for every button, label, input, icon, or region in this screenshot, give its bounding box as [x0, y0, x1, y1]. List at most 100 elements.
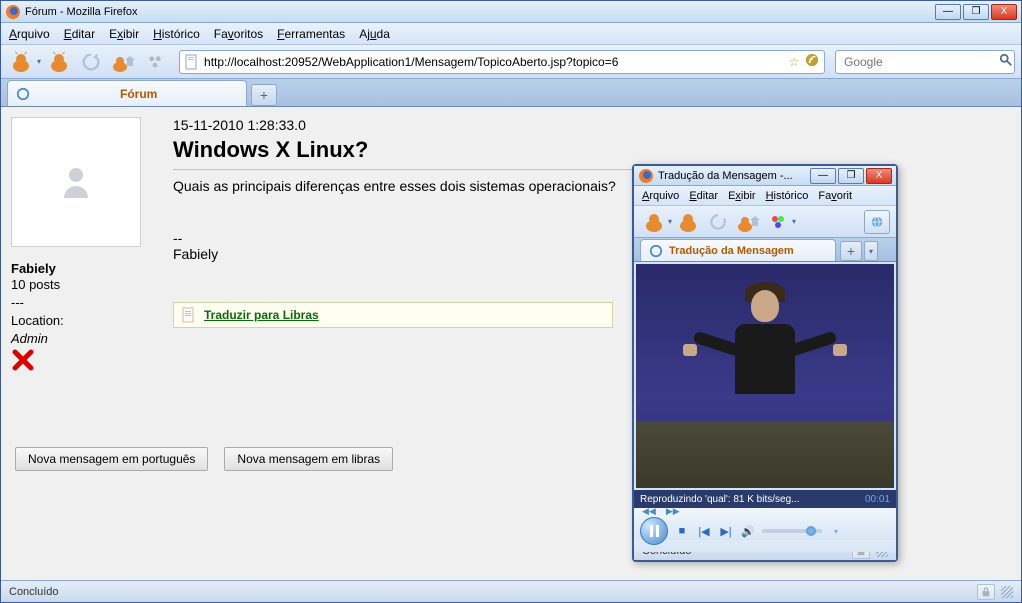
avatar: [11, 117, 141, 247]
popup-title: Tradução da Mensagem -...: [658, 170, 810, 182]
popup-back-dropdown-icon[interactable]: ▾: [668, 217, 672, 226]
bookmark-star-icon[interactable]: ☆: [786, 55, 802, 69]
firefox-icon: [638, 168, 654, 184]
delete-button[interactable]: [11, 348, 161, 379]
user-panel: Fabiely 10 posts --- Location: Admin: [11, 117, 161, 379]
popup-colors-icon[interactable]: [764, 208, 792, 236]
playback-status: Reproduzindo 'qual': 81 K bits/seg...: [640, 494, 799, 505]
post-text: Quais as principais diferenças entre ess…: [173, 178, 643, 194]
menu-favoritos[interactable]: Favoritos: [214, 27, 263, 41]
popup-tab[interactable]: Tradução da Mensagem: [640, 239, 836, 261]
popup-home-button[interactable]: [734, 208, 762, 236]
post-body: 15-11-2010 1:28:33.0 Windows X Linux? Qu…: [173, 117, 643, 379]
main-tabstrip: Fórum +: [1, 79, 1021, 107]
popup-tab-label: Tradução da Mensagem: [669, 245, 794, 257]
seek-fwd-icon[interactable]: ▶▶: [666, 506, 680, 517]
next-button[interactable]: ▶|: [718, 523, 734, 539]
address-bar[interactable]: ☆: [179, 50, 825, 74]
popup-colors-dropdown-icon[interactable]: ▾: [792, 217, 796, 226]
menu-editar[interactable]: Editar: [64, 27, 95, 41]
close-button[interactable]: X: [991, 4, 1017, 20]
popup-toolbar: ▾ ▾: [634, 206, 896, 238]
popup-minimize-button[interactable]: —: [810, 168, 836, 184]
minimize-button[interactable]: —: [935, 4, 961, 20]
popup-forward-button[interactable]: [674, 208, 702, 236]
volume-thumb[interactable]: [806, 526, 816, 536]
popup-menu-favoritos[interactable]: Favorit: [818, 190, 852, 202]
user-name: Fabiely: [11, 261, 161, 276]
sign-language-interpreter: [695, 282, 835, 394]
translate-box: Traduzir para Libras: [173, 302, 613, 328]
maximize-button[interactable]: ❐: [963, 4, 989, 20]
search-go-icon[interactable]: [999, 53, 1013, 70]
window-title: Fórum - Mozilla Firefox: [25, 6, 935, 18]
menu-historico[interactable]: Histórico: [153, 27, 200, 41]
feed-icon[interactable]: [804, 53, 820, 70]
url-input[interactable]: [204, 55, 786, 69]
video-player[interactable]: [636, 264, 894, 488]
menu-ferramentas[interactable]: Ferramentas: [277, 27, 345, 41]
post-title: Windows X Linux?: [173, 137, 643, 163]
back-dropdown-icon[interactable]: ▾: [37, 57, 41, 66]
popup-menu-historico[interactable]: Histórico: [766, 190, 809, 202]
user-postcount: 10 posts: [11, 276, 161, 294]
status-text: Concluído: [9, 586, 59, 598]
menu-exibir[interactable]: Exibir: [109, 27, 139, 41]
popup-menu-editar[interactable]: Editar: [689, 190, 718, 202]
playback-time: 00:01: [865, 494, 890, 505]
page-icon: [184, 54, 200, 70]
popup-tab-icon: [649, 244, 663, 258]
back-button[interactable]: [7, 48, 35, 76]
user-location: Location:: [11, 312, 161, 330]
popup-tabstrip: Tradução da Mensagem + ▾: [634, 238, 896, 262]
menu-arquivo[interactable]: AArquivorquivo: [9, 27, 50, 41]
post-sig-dash: --: [173, 230, 643, 246]
toolbar-extra-icon[interactable]: [141, 48, 169, 76]
menu-ajuda[interactable]: Ajuda: [359, 27, 390, 41]
popup-back-button[interactable]: [640, 208, 668, 236]
popup-globe-button[interactable]: [864, 210, 890, 234]
search-input[interactable]: [844, 55, 999, 69]
user-dash: ---: [11, 294, 161, 312]
translate-link[interactable]: Traduzir para Libras: [204, 308, 319, 322]
main-menubar: AArquivorquivo Editar Exibir Histórico F…: [1, 23, 1021, 45]
play-pause-button[interactable]: [640, 517, 668, 545]
user-role: Admin: [11, 331, 161, 346]
post-sig-name: Fabiely: [173, 246, 643, 262]
main-titlebar: Fórum - Mozilla Firefox — ❐ X: [1, 1, 1021, 23]
post-date: 15-11-2010 1:28:33.0: [173, 117, 643, 133]
new-message-pt-button[interactable]: Nova mensagem em português: [15, 447, 208, 471]
document-icon: [182, 307, 196, 323]
popup-tab-dropdown-button[interactable]: ▾: [864, 241, 878, 261]
tab-add-button[interactable]: +: [251, 84, 277, 106]
post-divider: [173, 169, 643, 170]
popup-menu-exibir[interactable]: Exibir: [728, 190, 756, 202]
tab-forum[interactable]: Fórum: [7, 80, 247, 106]
popup-reload-button[interactable]: [704, 208, 732, 236]
volume-icon[interactable]: 🔊: [740, 523, 756, 539]
popup-menubar: Arquivo Editar Exibir Histórico Favorit: [634, 186, 896, 206]
popup-window: Tradução da Mensagem -... — ❐ X Arquivo …: [632, 164, 898, 562]
popup-menu-arquivo[interactable]: Arquivo: [642, 190, 679, 202]
popup-titlebar: Tradução da Mensagem -... — ❐ X: [634, 166, 896, 186]
tab-loading-icon: [16, 87, 30, 101]
main-statusbar: Concluído: [1, 580, 1021, 602]
new-message-libras-button[interactable]: Nova mensagem em libras: [224, 447, 393, 471]
lock-icon: [977, 584, 995, 600]
seek-back-icon[interactable]: ◀◀: [642, 506, 656, 517]
search-bar[interactable]: [835, 50, 1015, 74]
media-dropdown-icon[interactable]: ▾: [828, 523, 844, 539]
volume-slider[interactable]: [762, 529, 822, 533]
popup-maximize-button[interactable]: ❐: [838, 168, 864, 184]
home-button[interactable]: [109, 48, 137, 76]
firefox-icon: [5, 4, 21, 20]
forward-button[interactable]: [45, 48, 73, 76]
prev-button[interactable]: |◀: [696, 523, 712, 539]
popup-close-button[interactable]: X: [866, 168, 892, 184]
main-toolbar: ▾ ☆: [1, 45, 1021, 79]
resize-grip-icon[interactable]: [1001, 586, 1013, 598]
stop-button[interactable]: ■: [674, 523, 690, 539]
tab-label: Fórum: [120, 87, 157, 101]
popup-tab-add-button[interactable]: +: [840, 241, 862, 261]
reload-button[interactable]: [77, 48, 105, 76]
